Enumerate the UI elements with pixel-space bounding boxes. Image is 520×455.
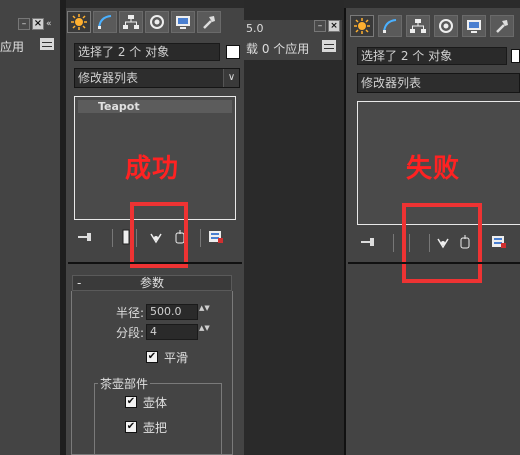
utilities-icon	[496, 20, 508, 33]
spinner-arrows-icon[interactable]: ▲▼	[199, 324, 210, 340]
tab-display[interactable]	[462, 15, 486, 37]
fail-label: 失败	[406, 154, 461, 184]
tab-display[interactable]	[171, 11, 195, 33]
left-panel-close[interactable]: ×	[32, 18, 44, 30]
handle-checkbox[interactable]: ✔	[125, 421, 137, 433]
left-panel-minimize[interactable]: –	[18, 18, 30, 30]
radius-label: 半径:	[116, 306, 145, 320]
left-menu-icon[interactable]	[40, 38, 54, 50]
mid-minimize-button[interactable]: –	[314, 20, 326, 32]
body-checkbox[interactable]: ✔	[125, 396, 137, 408]
tab-utilities[interactable]	[197, 11, 221, 33]
left-panel-collapse[interactable]: «	[46, 18, 56, 30]
segments-value: 4	[150, 325, 157, 338]
spinner-arrows-icon[interactable]: ▲▼	[199, 304, 210, 320]
configure-sets-icon[interactable]	[491, 234, 507, 250]
modify-icon	[383, 19, 397, 33]
modifier-list-dropdown[interactable]: 修改器列表 ∨	[74, 68, 240, 88]
motion-icon	[150, 15, 164, 29]
tab-motion[interactable]	[145, 11, 169, 33]
hierarchy-icon	[123, 15, 139, 29]
display-icon	[467, 20, 481, 33]
rollout-parameters-header[interactable]: - 参数	[72, 275, 232, 291]
configure-sets-icon[interactable]	[208, 229, 224, 245]
segments-spinner[interactable]: 4 ▲▼	[146, 324, 210, 340]
highlight-box-fail	[402, 203, 482, 283]
tab-hierarchy[interactable]	[406, 15, 430, 37]
tab-motion[interactable]	[434, 15, 458, 37]
tab-modify[interactable]	[93, 11, 117, 33]
teapot-parts-title: 茶壶部件	[98, 375, 151, 392]
mid-menu-icon[interactable]	[322, 40, 336, 52]
radius-spinner[interactable]: 500.0 ▲▼	[146, 304, 210, 320]
display-icon	[176, 16, 190, 29]
mid-close-button[interactable]: ×	[328, 20, 340, 32]
version-text: 5.0	[246, 22, 264, 35]
mid-status-text: 载 0 个应用	[246, 42, 310, 56]
tab-utilities[interactable]	[490, 15, 514, 37]
hierarchy-icon	[410, 19, 426, 33]
tab-create[interactable]	[350, 15, 374, 37]
object-color-swatch[interactable]	[511, 49, 520, 63]
object-color-swatch[interactable]	[226, 45, 240, 59]
tab-modify[interactable]	[378, 15, 402, 37]
toolbar-separator	[393, 234, 394, 252]
toolbar-separator	[200, 229, 201, 247]
collapse-icon: -	[77, 276, 82, 290]
motion-icon	[439, 19, 453, 33]
rollout-title: 参数	[139, 276, 164, 290]
modifier-list-dropdown[interactable]: 修改器列表	[357, 73, 520, 93]
highlight-box-success	[130, 202, 188, 268]
segments-label: 分段:	[116, 326, 145, 340]
body-label: 壶体	[143, 396, 168, 410]
utilities-icon	[203, 16, 215, 29]
smooth-checkbox[interactable]: ✔	[146, 351, 158, 363]
success-label: 成功	[125, 154, 180, 184]
selection-field[interactable]: 选择了 2 个 对象	[74, 43, 220, 61]
radius-value: 500.0	[150, 305, 182, 318]
pin-stack-icon[interactable]	[78, 229, 94, 245]
selection-field[interactable]: 选择了 2 个 对象	[357, 47, 507, 65]
modifier-list-label: 修改器列表	[361, 76, 422, 90]
left-panel	[0, 0, 60, 455]
left-apply-text: 应用	[0, 40, 25, 54]
modify-icon	[98, 15, 112, 29]
modifier-list-label: 修改器列表	[78, 71, 139, 85]
tab-create[interactable]	[67, 11, 91, 33]
toolbar-separator	[112, 229, 113, 247]
chevron-down-icon: ∨	[223, 69, 239, 87]
smooth-label: 平滑	[164, 351, 189, 365]
create-icon	[71, 14, 87, 30]
handle-label: 壶把	[143, 421, 168, 435]
tab-hierarchy[interactable]	[119, 11, 143, 33]
stack-item-teapot[interactable]: Teapot	[78, 100, 232, 113]
panel-divider	[348, 262, 520, 264]
pin-stack-icon[interactable]	[361, 234, 377, 250]
create-icon	[354, 18, 370, 34]
panel-divider	[68, 262, 242, 264]
mid-strip	[244, 0, 344, 455]
